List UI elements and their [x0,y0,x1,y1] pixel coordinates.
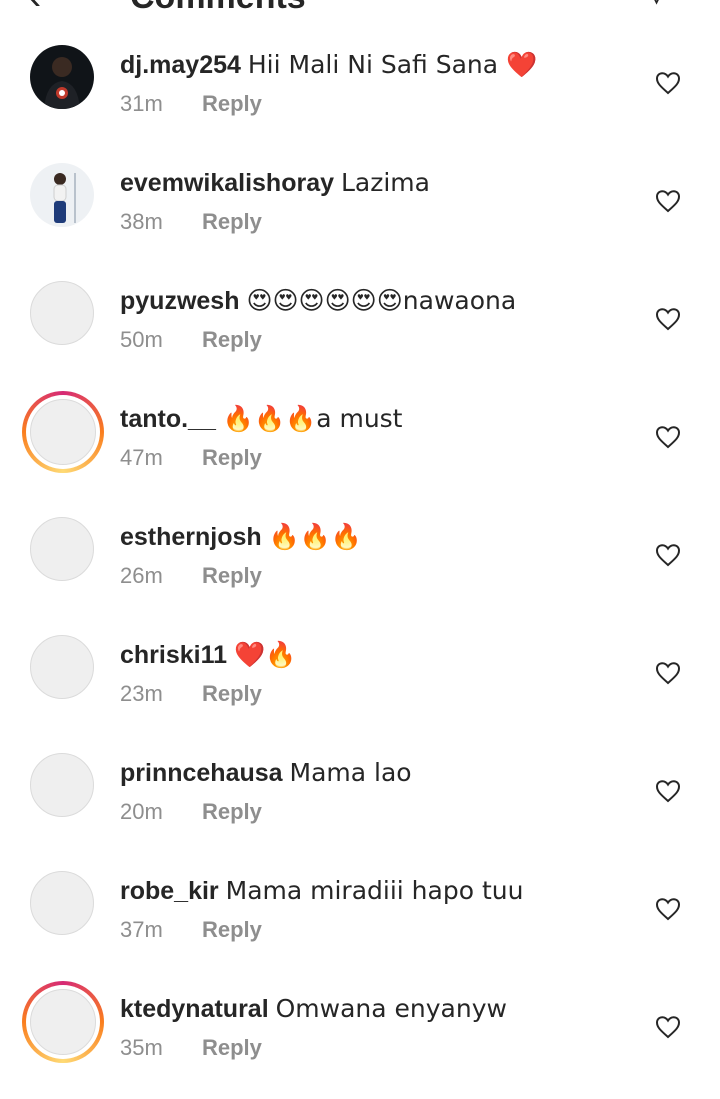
avatar[interactable] [30,871,94,935]
avatar-container[interactable] [22,273,104,355]
page-title: Comments [130,0,306,12]
reply-button[interactable]: Reply [202,681,262,706]
comment-timestamp: 20m [120,799,163,824]
comment-row: chriski11 ❤️🔥 23m Reply [0,627,720,745]
avatar-container[interactable] [22,863,104,945]
comment-meta: 23m Reply [120,681,262,707]
avatar-container[interactable] [22,627,104,709]
comment-text: Omwana enyanyw [275,994,507,1023]
comment-username[interactable]: dj.may254 [120,51,241,79]
comment-meta: 35m Reply [120,1035,262,1061]
avatar[interactable] [30,163,94,227]
reply-button[interactable]: Reply [202,327,262,352]
comment-timestamp: 35m [120,1035,163,1060]
comment-timestamp: 50m [120,327,163,352]
reply-button[interactable]: Reply [202,799,262,824]
reply-button[interactable]: Reply [202,445,262,470]
comment-timestamp: 47m [120,445,163,470]
comment-meta: 31m Reply [120,91,262,117]
comment-line: esthernjosh 🔥🔥🔥 [120,522,362,552]
comment-meta: 37m Reply [120,917,262,943]
comment-line: prinncehausa Mama lao [120,758,412,788]
reply-button[interactable]: Reply [202,917,262,942]
comment-text: Lazima [340,168,430,197]
comment-line: chriski11 ❤️🔥 [120,640,296,670]
comment-text: 🔥🔥🔥 [268,522,363,551]
comment-row: evemwikalishoray Lazima 38m Reply [0,155,720,273]
comment-text: Mama miradiii hapo tuu [225,876,524,905]
comment-text: 🔥🔥🔥a must [222,404,403,433]
heart-outline-icon[interactable] [655,661,681,685]
comment-row: tanto.__ 🔥🔥🔥a must 47m Reply [0,391,720,509]
comment-meta: 50m Reply [120,327,262,353]
comment-line: evemwikalishoray Lazima [120,168,430,198]
comment-username[interactable]: tanto.__ [120,405,216,433]
comment-meta: 20m Reply [120,799,262,825]
heart-outline-icon[interactable] [655,425,681,449]
comment-timestamp: 23m [120,681,163,706]
reply-button[interactable]: Reply [202,1035,262,1060]
comment-username[interactable]: esthernjosh [120,523,262,551]
comment-meta: 26m Reply [120,563,262,589]
comment-row: dj.may254 Hii Mali Ni Safi Sana ❤️ 31m Rep… [0,37,720,155]
heart-outline-icon[interactable] [655,543,681,567]
avatar-container[interactable] [22,509,104,591]
avatar[interactable] [30,753,94,817]
comment-timestamp: 31m [120,91,163,116]
comment-text: Hii Mali Ni Safi Sana ❤️ [247,50,538,79]
story-ring[interactable] [22,391,104,473]
reply-button[interactable]: Reply [202,91,262,116]
comment-row: prinncehausa Mama lao 20m Reply [0,745,720,863]
reply-button[interactable]: Reply [202,563,262,588]
comment-username[interactable]: evemwikalishoray [120,169,334,197]
comment-line: pyuzwesh 😍😍😍😍😍😍nawaona [120,286,516,316]
back-arrow-icon[interactable]: ‹ [28,0,41,12]
comment-username[interactable]: chriski11 [120,641,227,669]
comment-meta: 47m Reply [120,445,262,471]
comment-text: Mama lao [289,758,412,787]
comment-row: ktedynatural Omwana enyanyw 35m Reply [0,981,720,1099]
story-ring[interactable] [22,981,104,1063]
avatar[interactable] [30,45,94,109]
heart-outline-icon[interactable] [655,1015,681,1039]
avatar[interactable] [30,517,94,581]
comment-username[interactable]: prinncehausa [120,759,283,787]
reply-button[interactable]: Reply [202,209,262,234]
comment-row: esthernjosh 🔥🔥🔥 26m Reply [0,509,720,627]
heart-outline-icon[interactable] [655,71,681,95]
comment-row: robe_kir Mama miradiii hapo tuu 37m Reply [0,863,720,981]
avatar[interactable] [30,989,96,1055]
comment-text: ❤️🔥 [233,640,297,669]
heart-outline-icon[interactable] [655,189,681,213]
avatar-container[interactable] [22,745,104,827]
comment-timestamp: 38m [120,209,163,234]
comment-timestamp: 37m [120,917,163,942]
comment-text: 😍😍😍😍😍😍nawaona [246,286,517,315]
comment-timestamp: 26m [120,563,163,588]
heart-outline-icon[interactable] [655,307,681,331]
header-bar: ‹ Comments ▿ [0,0,720,12]
avatar[interactable] [30,635,94,699]
comment-username[interactable]: pyuzwesh [120,287,239,315]
comment-username[interactable]: ktedynatural [120,995,269,1023]
heart-outline-icon[interactable] [655,779,681,803]
avatar[interactable] [30,399,96,465]
avatar[interactable] [30,281,94,345]
heart-outline-icon[interactable] [655,897,681,921]
comment-meta: 38m Reply [120,209,262,235]
comment-line: dj.may254 Hii Mali Ni Safi Sana ❤️ [120,50,537,80]
send-icon[interactable]: ▿ [648,0,665,12]
comment-line: ktedynatural Omwana enyanyw [120,994,507,1024]
avatar-container[interactable] [22,155,104,237]
comment-line: tanto.__ 🔥🔥🔥a must [120,404,403,434]
avatar-container[interactable] [22,37,104,119]
comment-line: robe_kir Mama miradiii hapo tuu [120,876,523,906]
comment-row: pyuzwesh 😍😍😍😍😍😍nawaona 50m Reply [0,273,720,391]
comment-username[interactable]: robe_kir [120,877,219,905]
